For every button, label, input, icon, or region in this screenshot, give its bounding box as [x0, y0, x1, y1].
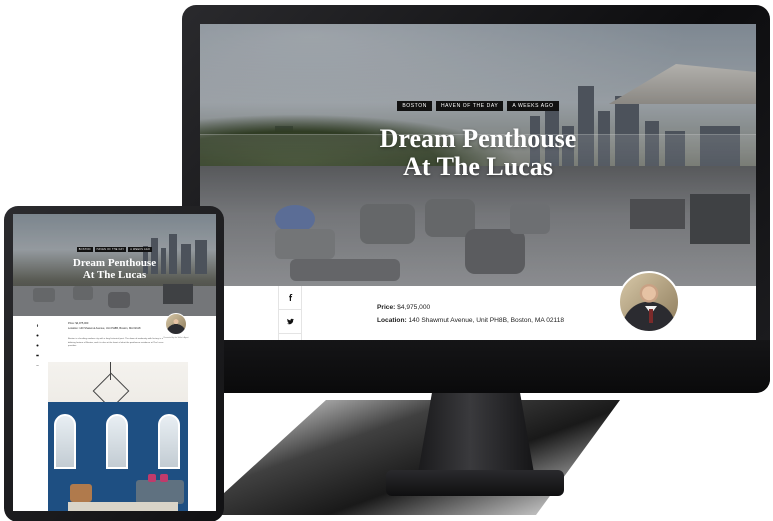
pinterest-icon [35, 343, 39, 347]
ipad-hero-tags: Boston Haven of the Day A Weeks Ago [13, 247, 216, 252]
twitter-share-button[interactable] [279, 310, 301, 334]
facebook-icon [288, 294, 292, 301]
agent-avatar[interactable] [618, 271, 680, 333]
sofa [136, 480, 184, 504]
tag-date: A Weeks Ago [507, 101, 559, 111]
arched-window [106, 414, 128, 469]
price-label: Price: [377, 304, 396, 311]
ipad-title-line-2: At The Lucas [82, 269, 147, 281]
tag-haven-of-the-day[interactable]: Haven of the Day [435, 101, 504, 111]
ipad-tag-date: A Weeks Ago [128, 247, 153, 252]
listing-details: Price: $4,975,000 Location: 140 Shawmut … [377, 301, 564, 327]
social-share-bar [278, 286, 302, 340]
arched-window [158, 414, 180, 469]
interior-photo [48, 362, 188, 511]
ipad-twitter-share-button[interactable] [33, 330, 41, 340]
imac-stand [418, 393, 534, 473]
ipad-social-share-bar [33, 320, 41, 370]
arched-window [54, 414, 76, 469]
ipad-hero-image: Boston Haven of the Day A Weeks Ago Drea… [13, 214, 216, 316]
imac-screen: Boston Haven of the Day A Weeks Ago Drea… [200, 24, 756, 340]
imac-base [386, 470, 564, 496]
ipad-screen: Boston Haven of the Day A Weeks Ago Drea… [13, 214, 216, 511]
ipad-email-share-button[interactable] [33, 350, 41, 360]
tag-boston[interactable]: Boston [397, 101, 432, 111]
ipad-listing-details: Price: $4,975,000 Location: 140 Shawmut … [68, 322, 163, 331]
listing-info: Price: $4,975,000 Location: 140 Shawmut … [200, 271, 756, 340]
hero-tags: Boston Haven of the Day A Weeks Ago [200, 101, 756, 111]
ipad-title-line-1: Dream Penthouse [72, 257, 157, 269]
twitter-icon [35, 333, 39, 337]
ipad-agent-avatar[interactable] [165, 313, 187, 335]
ipad-agent-caption: Presented by the Seller's Agent [163, 337, 189, 339]
ipad-pinterest-share-button[interactable] [33, 340, 41, 350]
price-value: $4,975,000 [397, 304, 431, 311]
facebook-share-button[interactable] [279, 286, 301, 310]
imac-chin [182, 340, 770, 393]
ipad-page-title: Dream Penthouse At The Lucas [13, 257, 216, 281]
ipad-article-body: Price: $4,975,000 Location: 140 Shawmut … [13, 313, 216, 511]
ipad-tag-boston[interactable]: Boston [76, 247, 93, 252]
desk-shadow [200, 400, 620, 515]
facebook-icon [36, 323, 38, 327]
title-line-1: Dream Penthouse [379, 124, 577, 153]
title-line-2: At The Lucas [403, 152, 553, 181]
email-icon [35, 354, 39, 356]
price-row: Price: $4,975,000 [377, 301, 564, 314]
location-value: 140 Shawmut Avenue, Unit PH8B, Boston, M… [408, 317, 565, 324]
armchair [70, 484, 92, 502]
ipad-location: Location: 140 Shawmut Avenue, Unit PH8B,… [68, 326, 141, 330]
twitter-icon [286, 318, 294, 325]
hero-image: Boston Haven of the Day A Weeks Ago Drea… [200, 24, 756, 286]
more-icon [35, 364, 39, 366]
ipad-tag-haven-of-the-day[interactable]: Haven of the Day [94, 247, 127, 252]
ipad-article-paragraph: Boston is a bustling modern city with a … [68, 338, 164, 348]
location-label: Location: [377, 317, 407, 324]
rug [68, 502, 178, 511]
ipad-more-share-button[interactable] [33, 360, 41, 370]
ipad-facebook-share-button[interactable] [33, 320, 41, 330]
location-row: Location: 140 Shawmut Avenue, Unit PH8B,… [377, 314, 564, 327]
page-title: Dream Penthouse At The Lucas [200, 125, 756, 181]
